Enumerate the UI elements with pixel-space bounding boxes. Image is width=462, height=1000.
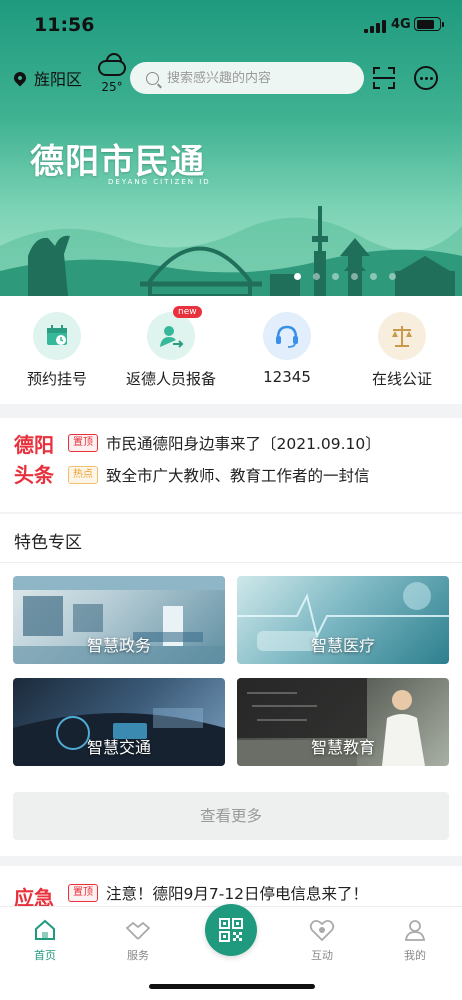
hero-header: 11:56 4G 旌阳区 25° 德阳市民通 DEYANG CITIZEN ID [0, 0, 462, 296]
weather-widget[interactable]: 25° [96, 60, 128, 100]
calendar-clock-icon [33, 312, 81, 360]
tile-smart-government[interactable]: 智慧政务 [13, 576, 225, 664]
home-indicator [149, 984, 315, 989]
tab-label: 服务 [127, 949, 149, 962]
tab-mine[interactable]: 我的 [385, 917, 445, 963]
carousel-indicator[interactable] [294, 273, 396, 280]
battery-icon [414, 17, 444, 31]
tile-label: 智慧教育 [310, 738, 375, 757]
search-bar[interactable] [130, 62, 364, 94]
carousel-dot[interactable] [370, 273, 377, 280]
emergency-text: 注意！德阳9月7-12日停电信息来了！ [106, 885, 369, 903]
tile-smart-traffic[interactable]: 智慧交通 [13, 678, 225, 766]
scales-icon [378, 312, 426, 360]
tab-service[interactable]: 服务 [108, 917, 168, 963]
message-icon[interactable] [414, 66, 438, 90]
view-more-button[interactable]: 查看更多 [13, 792, 449, 840]
tab-label: 我的 [404, 949, 426, 962]
pinned-tag: 置顶 [68, 434, 98, 452]
quick-entry-label: 预约挂号 [26, 370, 87, 388]
qr-code-icon [219, 918, 243, 942]
tile-label: 智慧医疗 [310, 636, 375, 655]
new-badge: new [173, 306, 202, 318]
tab-interaction[interactable]: 互动 [292, 917, 352, 963]
emergency-item[interactable]: 置顶 注意！德阳9月7-12日停电信息来了！ [68, 882, 368, 904]
cloud-icon [98, 60, 126, 76]
qr-code-button[interactable] [205, 904, 257, 956]
tab-home[interactable]: 首页 [15, 917, 75, 963]
banner-carousel[interactable]: 德阳市民通 DEYANG CITIZEN ID [0, 104, 462, 296]
quick-entry-appointment[interactable]: 预约挂号 [2, 312, 112, 389]
search-input[interactable] [167, 70, 357, 86]
section-title: 特色专区 [14, 533, 82, 553]
person-return-icon: new [147, 306, 202, 360]
scan-icon[interactable] [373, 67, 395, 89]
tile-label: 智慧交通 [86, 738, 151, 757]
location-pin-icon [11, 69, 29, 87]
feature-zone: 特色专区 智慧政务 智慧医疗 智慧交通 智慧教育 查看更多 [0, 514, 462, 856]
network-type: 4G [391, 17, 411, 32]
headline-item[interactable]: 置顶 市民通德阳身边事来了〔2021.09.10〕 [68, 432, 381, 454]
emergency-news: 应急 置顶 注意！德阳9月7-12日停电信息来了！ [0, 866, 462, 910]
quick-entry-label: 在线公证 [371, 370, 432, 388]
headlines-brand: 德阳 头条 [14, 433, 54, 487]
headline-text: 市民通德阳身边事来了〔2021.09.10〕 [106, 435, 381, 453]
handshake-icon [108, 917, 168, 943]
search-icon [146, 71, 159, 85]
quick-entry-label: 12345 [263, 368, 311, 386]
carousel-dot[interactable] [332, 273, 339, 280]
tile-label: 智慧政务 [86, 636, 151, 655]
divider [0, 562, 462, 563]
status-time: 11:56 [34, 14, 95, 36]
location-label: 旌阳区 [34, 70, 83, 89]
quick-entry-hotline[interactable]: 12345 [232, 312, 342, 386]
temperature: 25° [101, 80, 123, 94]
carousel-dot[interactable] [351, 273, 358, 280]
home-icon [15, 917, 75, 943]
quick-entry-return-report[interactable]: new 返德人员报备 [116, 306, 226, 389]
carousel-dot[interactable] [294, 273, 301, 280]
carousel-dot[interactable] [389, 273, 396, 280]
quick-entry-notary[interactable]: 在线公证 [347, 312, 457, 389]
tab-label: 首页 [34, 949, 56, 962]
tab-label: 互动 [311, 949, 333, 962]
carousel-dot[interactable] [313, 273, 320, 280]
interaction-icon [292, 917, 352, 943]
quick-entry-label: 返德人员报备 [125, 370, 216, 388]
quick-entry-grid: 预约挂号 new 返德人员报备 12345 在线公证 [0, 296, 462, 404]
headset-icon [263, 312, 311, 360]
status-bar: 11:56 4G [0, 0, 462, 48]
tile-smart-education[interactable]: 智慧教育 [237, 678, 449, 766]
user-icon [385, 917, 445, 943]
tile-smart-medical[interactable]: 智慧医疗 [237, 576, 449, 664]
deyang-headlines: 德阳 头条 置顶 市民通德阳身边事来了〔2021.09.10〕 热点 致全市广大… [0, 418, 462, 512]
pinned-tag: 置顶 [68, 884, 98, 902]
headline-item[interactable]: 热点 致全市广大教师、教育工作者的一封信 [68, 464, 370, 486]
headline-text: 致全市广大教师、教育工作者的一封信 [106, 467, 370, 485]
signal-icon [364, 20, 386, 33]
hot-tag: 热点 [68, 466, 98, 484]
location-selector[interactable]: 旌阳区 [11, 66, 83, 90]
